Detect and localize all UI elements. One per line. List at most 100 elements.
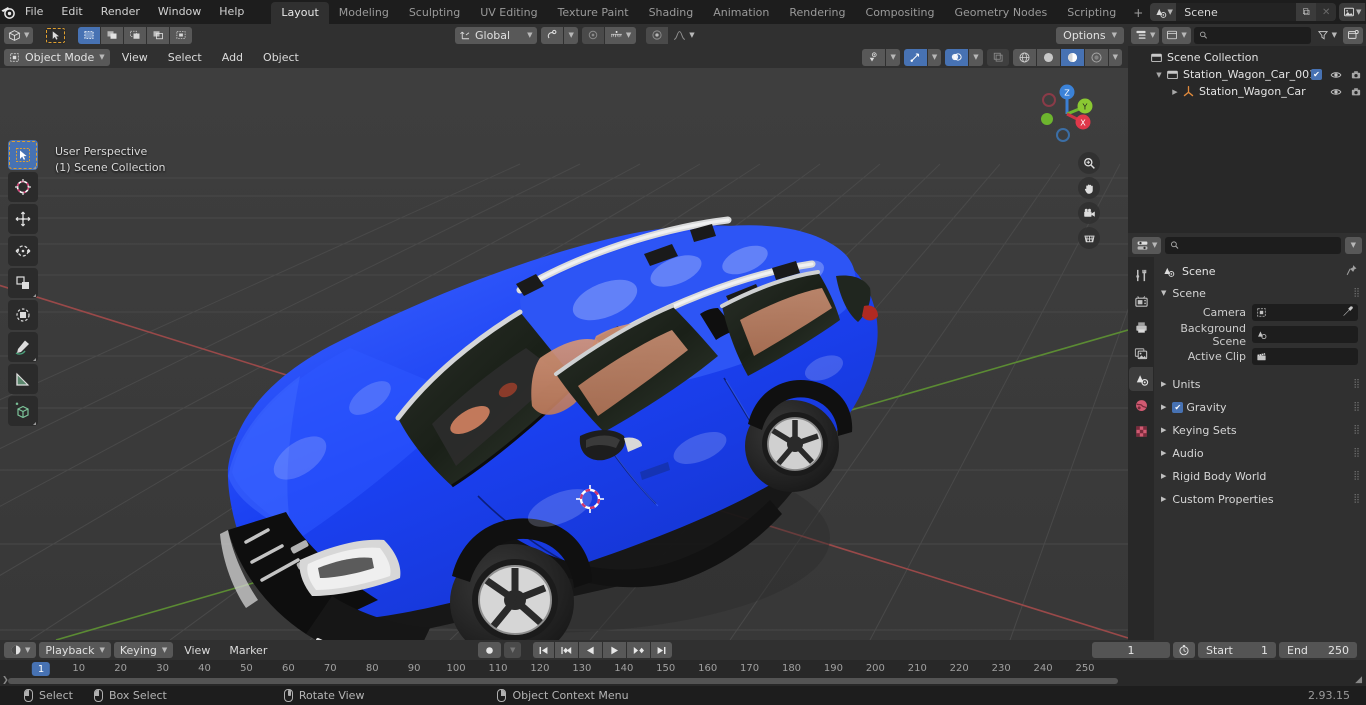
outliner-search-field[interactable] [1211, 28, 1306, 42]
outliner-expand-toggle-001[interactable]: ▼ [1154, 71, 1164, 79]
tweak-tool-indicator[interactable] [45, 26, 67, 44]
properties-search-input[interactable] [1165, 236, 1341, 254]
select-extend-button[interactable] [101, 26, 124, 44]
timeline-menu-keying[interactable]: Keying ▼ [113, 642, 174, 658]
play-reverse-button[interactable] [579, 642, 603, 658]
add-workspace-button[interactable]: + [1126, 2, 1150, 24]
outliner-checkbox-001[interactable]: ✔ [1311, 69, 1322, 80]
jump-to-end-button[interactable] [651, 642, 673, 658]
panel-drag-dots[interactable]: ⣿ [1353, 288, 1360, 298]
jump-to-prev-keyframe-button[interactable] [555, 642, 579, 658]
panel-header-custom-properties[interactable]: ▶ Custom Properties ⣿ [1154, 489, 1366, 509]
properties-tab-texture[interactable] [1129, 419, 1153, 443]
view-layer-datablock[interactable]: ▼ View Layer ⧉ ✕ [1339, 3, 1366, 21]
viewport-menu-object[interactable]: Object [255, 49, 307, 66]
outliner-display-mode-dropdown[interactable]: ▼ [1162, 26, 1191, 44]
properties-tab-tool[interactable] [1129, 263, 1153, 287]
properties-tab-output[interactable] [1129, 315, 1153, 339]
menu-edit[interactable]: Edit [52, 3, 91, 21]
object-visibility-dropdown[interactable] [862, 48, 886, 66]
shading-settings-caret[interactable]: ▼ [1108, 48, 1122, 66]
timeline-scrollbar[interactable] [8, 678, 1118, 684]
overlays-settings-caret[interactable]: ▼ [969, 48, 983, 66]
current-frame-field[interactable]: 1 [1092, 642, 1170, 658]
properties-filter-dropdown[interactable]: ▼ [1344, 236, 1362, 254]
tool-add-cube[interactable] [8, 396, 38, 426]
timeline-editor-type-icon[interactable]: ▼ [4, 642, 37, 658]
eye-icon[interactable] [1330, 86, 1342, 98]
show-gizmo-toggle[interactable] [903, 48, 927, 66]
scene-name-field[interactable]: Scene [1176, 3, 1297, 21]
jump-to-start-button[interactable] [533, 642, 555, 658]
panel-header-scene[interactable]: ▼ Scene ⣿ [1154, 283, 1366, 303]
field-control-camera[interactable] [1252, 304, 1358, 321]
show-overlays-toggle[interactable] [945, 48, 969, 66]
tool-cursor[interactable] [8, 172, 38, 202]
timeline-menu-marker[interactable]: Marker [221, 642, 275, 659]
proportional-editing-toggle[interactable] [581, 26, 604, 44]
select-subtract-button[interactable] [124, 26, 147, 44]
scene-unlink-button[interactable]: ✕ [1316, 3, 1337, 21]
panel-header-keying-sets[interactable]: ▶ Keying Sets ⣿ [1154, 420, 1366, 440]
tool-transform[interactable] [8, 300, 38, 330]
panel-drag-dots[interactable]: ⣿ [1353, 471, 1360, 481]
editor-type-3dview-icon[interactable]: ▼ [4, 26, 34, 44]
viewport-menu-select[interactable]: Select [160, 49, 210, 66]
camera-render-icon[interactable] [1350, 69, 1362, 81]
pan-hand-icon[interactable] [1078, 177, 1100, 199]
outliner-panel[interactable]: Scene Collection ▼ Station_Wagon_Car_001… [1128, 46, 1366, 233]
gravity-checkbox[interactable]: ✔ [1172, 401, 1184, 413]
panel-header-audio[interactable]: ▶ Audio ⣿ [1154, 443, 1366, 463]
menu-file[interactable]: File [16, 3, 52, 21]
timeline-scroll-left-arrow[interactable]: ❯ [2, 675, 9, 684]
select-box-button[interactable] [78, 26, 101, 44]
shading-solid-button[interactable] [1036, 48, 1060, 66]
properties-tab-render[interactable] [1129, 289, 1153, 313]
workspace-tab-uv-editing[interactable]: UV Editing [470, 2, 547, 24]
object-visibility-caret[interactable]: ▼ [886, 48, 900, 66]
snap-settings-dropdown[interactable]: ▼ [564, 26, 578, 44]
eyedropper-icon[interactable] [1342, 305, 1354, 320]
workspace-tab-shading[interactable]: Shading [639, 2, 704, 24]
menu-render[interactable]: Render [92, 3, 149, 21]
field-control-active-clip[interactable] [1252, 348, 1358, 365]
3d-viewport[interactable]: User Perspective (1) Scene Collection Z … [0, 68, 1128, 640]
timeline-menu-playback[interactable]: Playback ▼ [39, 642, 111, 658]
navigation-gizmo[interactable]: Z Y X [1031, 78, 1103, 150]
properties-search-field[interactable] [1183, 238, 1336, 252]
timeline-menu-view[interactable]: View [176, 642, 218, 659]
viewport-options-dropdown[interactable]: Options ▼ [1056, 26, 1124, 44]
filter-icon[interactable]: ▼ [1314, 27, 1340, 44]
workspace-tab-rendering[interactable]: Rendering [779, 2, 855, 24]
select-difference-button[interactable] [170, 26, 193, 44]
frame-range-end[interactable]: End 250 [1279, 642, 1357, 658]
properties-tab-view-layer[interactable] [1129, 341, 1153, 365]
outliner-row-station-wagon-car[interactable]: ▶ Station_Wagon_Car [1128, 83, 1366, 100]
panel-drag-dots[interactable]: ⣿ [1353, 448, 1360, 458]
pin-icon[interactable] [1346, 264, 1358, 279]
interaction-mode-dropdown[interactable]: Object Mode ▼ [4, 48, 110, 66]
workspace-tab-sculpting[interactable]: Sculpting [399, 2, 470, 24]
menu-help[interactable]: Help [210, 3, 253, 21]
scene-new-button[interactable]: ⧉ [1296, 3, 1317, 21]
frame-range-start[interactable]: Start 1 [1198, 642, 1276, 658]
properties-panel[interactable]: Scene ▼ Scene ⣿ Camera Background Scene [1154, 257, 1366, 640]
properties-tab-world[interactable] [1129, 393, 1153, 417]
timeline-ruler[interactable]: 10 20 30 40 50 60 70 80 90 100 110 120 130 140 150 160 1… [0, 660, 1366, 678]
snap-target-button[interactable]: ▼ [604, 26, 637, 44]
tool-annotate[interactable] [8, 332, 38, 362]
jump-to-next-keyframe-button[interactable] [627, 642, 651, 658]
toggle-xray-button[interactable] [986, 48, 1009, 66]
zoom-icon[interactable] [1078, 152, 1100, 174]
blender-logo-icon[interactable] [0, 0, 16, 24]
snap-toggle-button[interactable] [541, 26, 564, 44]
outliner-search-input[interactable] [1193, 26, 1311, 44]
workspace-tab-scripting[interactable]: Scripting [1057, 2, 1126, 24]
gizmo-settings-caret[interactable]: ▼ [927, 48, 942, 66]
tool-tweak-select[interactable] [8, 140, 38, 170]
outliner-editor-type-icon[interactable]: ▼ [1131, 26, 1160, 44]
select-intersect-button[interactable] [147, 26, 170, 44]
panel-drag-dots[interactable]: ⣿ [1353, 379, 1360, 389]
panel-drag-dots[interactable]: ⣿ [1353, 425, 1360, 435]
panel-drag-dots[interactable]: ⣿ [1353, 402, 1360, 412]
